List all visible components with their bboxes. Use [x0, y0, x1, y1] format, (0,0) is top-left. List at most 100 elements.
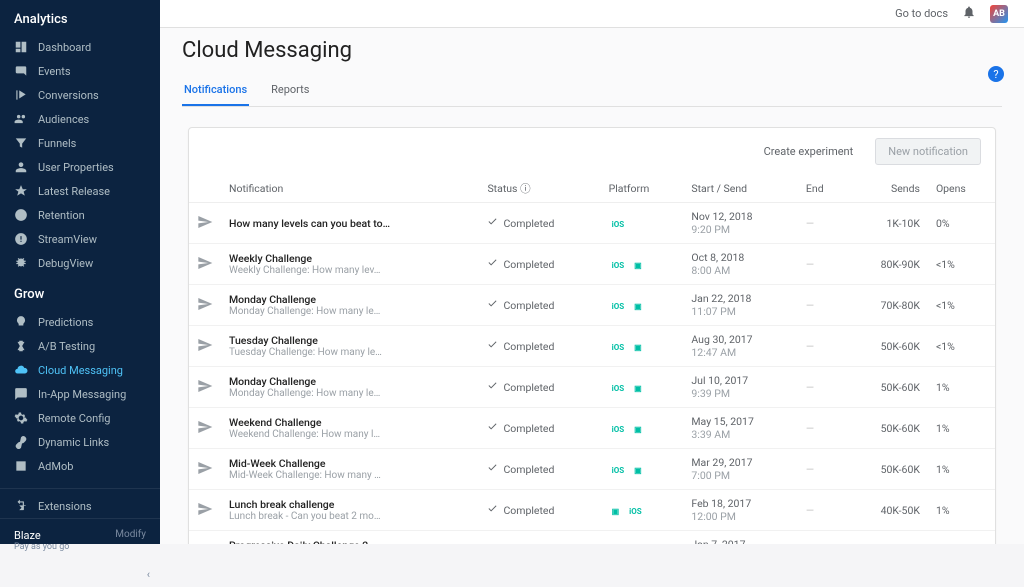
sidebar-item-label: Dynamic Links	[38, 436, 109, 449]
plan-modify-link[interactable]: Modify	[115, 529, 146, 540]
sidebar-item-user-properties[interactable]: User Properties	[0, 155, 160, 179]
sidebar-item-events[interactable]: Events	[0, 59, 160, 83]
notification-title: Weekend Challenge	[229, 416, 471, 429]
send-icon	[189, 531, 221, 545]
status-label: Completed	[503, 422, 554, 435]
sends-cell: 50K-60K	[847, 367, 928, 408]
send-icon	[189, 449, 221, 490]
ios-pill: iOS	[609, 342, 628, 353]
table-row[interactable]: Progressive Daily Challenge 2Challenge o…	[189, 531, 995, 545]
ios-pill: iOS	[609, 424, 628, 435]
opens-cell: <1%	[928, 326, 995, 367]
check-icon	[487, 462, 498, 476]
check-icon	[487, 339, 498, 353]
sidebar-item-latest-release[interactable]: Latest Release	[0, 179, 160, 203]
table-row[interactable]: Lunch break challengeLunch break - Can y…	[189, 490, 995, 531]
new-notification-button[interactable]: New notification	[875, 138, 981, 165]
sidebar-collapse[interactable]: ‹	[0, 562, 160, 587]
sidebar-item-funnels[interactable]: Funnels	[0, 131, 160, 155]
events-icon	[14, 64, 28, 78]
end-cell: —	[798, 449, 847, 490]
check-icon	[487, 257, 498, 271]
sends-cell: 1K-10K	[847, 203, 928, 244]
android-pill: ▣	[631, 301, 645, 312]
check-icon	[487, 216, 498, 230]
end-cell: —	[798, 285, 847, 326]
notification-subtitle: Weekend Challenge: How many l…	[229, 429, 399, 440]
status-label: Completed	[503, 463, 554, 476]
sidebar-item-label: AdMob	[38, 460, 73, 473]
table-row[interactable]: How many levels can you beat to…Complete…	[189, 203, 995, 244]
check-icon	[487, 298, 498, 312]
help-icon[interactable]: ?	[988, 66, 1004, 82]
notification-title: Monday Challenge	[229, 375, 471, 388]
status-label: Completed	[503, 299, 554, 312]
sidebar-item-dynamic-links[interactable]: Dynamic Links	[0, 430, 160, 454]
start-cell: Aug 30, 201712:47 AM	[683, 326, 798, 367]
sidebar-item-extensions[interactable]: Extensions	[0, 488, 160, 518]
predictions-icon	[14, 315, 28, 329]
avatar[interactable]: AB	[990, 5, 1008, 23]
end-cell: —	[798, 326, 847, 367]
platform-cell: iOS	[609, 219, 628, 230]
sidebar-item-remote-config[interactable]: Remote Config	[0, 406, 160, 430]
col-start: Start / Send	[683, 175, 798, 203]
cloud-messaging-icon	[14, 363, 28, 377]
sidebar-item-admob[interactable]: AdMob	[0, 454, 160, 478]
opens-cell: 1%	[928, 408, 995, 449]
col-sends: Sends	[847, 175, 928, 203]
create-experiment-button[interactable]: Create experiment	[752, 138, 866, 165]
tab-reports[interactable]: Reports	[269, 75, 311, 106]
ios-pill: iOS	[609, 260, 628, 271]
platform-cell: ▣ iOS	[609, 506, 645, 517]
platform-cell: iOS ▣	[609, 301, 645, 312]
sidebar-item-label: Audiences	[38, 113, 89, 126]
notification-subtitle: Lunch break - Can you beat 2 mo…	[229, 511, 399, 522]
sidebar-item-conversions[interactable]: Conversions	[0, 83, 160, 107]
start-cell: May 15, 20173:39 AM	[683, 408, 798, 449]
sidebar-item-dashboard[interactable]: Dashboard	[0, 35, 160, 59]
main: Go to docs AB Cloud Messaging ? Notifica…	[160, 0, 1024, 544]
sidebar-item-in-app-messaging[interactable]: In-App Messaging	[0, 382, 160, 406]
notification-subtitle: Tuesday Challenge: How many le…	[229, 347, 399, 358]
sidebar-item-streamview[interactable]: StreamView	[0, 227, 160, 251]
tab-notifications[interactable]: Notifications	[182, 75, 249, 106]
admob-icon	[14, 459, 28, 473]
opens-cell: 1%	[928, 531, 995, 545]
go-to-docs-link[interactable]: Go to docs	[895, 7, 948, 20]
notification-title: Weekly Challenge	[229, 252, 471, 265]
sidebar-item-cloud-messaging[interactable]: Cloud Messaging	[0, 358, 160, 382]
sidebar-item-retention[interactable]: Retention	[0, 203, 160, 227]
sidebar-item-audiences[interactable]: Audiences	[0, 107, 160, 131]
remote-config-icon	[14, 411, 28, 425]
send-icon	[189, 367, 221, 408]
table-row[interactable]: Weekend ChallengeWeekend Challenge: How …	[189, 408, 995, 449]
platform-cell: iOS ▣	[609, 260, 645, 271]
table-row[interactable]: Monday ChallengeMonday Challenge: How ma…	[189, 285, 995, 326]
topbar: Go to docs AB	[160, 0, 1024, 28]
sidebar-item-debugview[interactable]: DebugView	[0, 251, 160, 275]
android-pill: ▣	[631, 383, 645, 394]
send-icon	[189, 490, 221, 531]
sidebar-item-a-b-testing[interactable]: A/B Testing	[0, 334, 160, 358]
send-icon	[189, 326, 221, 367]
streamview-icon	[14, 232, 28, 246]
sidebar-item-predictions[interactable]: Predictions	[0, 310, 160, 334]
notification-title: Lunch break challenge	[229, 498, 471, 511]
table-row[interactable]: Tuesday ChallengeTuesday Challenge: How …	[189, 326, 995, 367]
android-pill: ▣	[609, 506, 623, 517]
status-label: Completed	[503, 381, 554, 394]
sidebar-item-label: User Properties	[38, 161, 114, 174]
start-cell: Jul 10, 20179:39 PM	[683, 367, 798, 408]
sends-cell: 50K-60K	[847, 408, 928, 449]
notification-title: Progressive Daily Challenge 2	[229, 539, 471, 544]
plan-name: Blaze	[14, 529, 69, 542]
notification-subtitle: Monday Challenge: How many le…	[229, 306, 399, 317]
sidebar-item-label: Predictions	[38, 316, 93, 329]
table-row[interactable]: Mid-Week ChallengeMid-Week Challenge: Ho…	[189, 449, 995, 490]
start-cell: Nov 12, 20189:20 PM	[683, 203, 798, 244]
bell-icon[interactable]	[962, 5, 976, 22]
table-row[interactable]: Monday ChallengeMonday Challenge: How ma…	[189, 367, 995, 408]
table-row[interactable]: Weekly ChallengeWeekly Challenge: How ma…	[189, 244, 995, 285]
opens-cell: 0%	[928, 203, 995, 244]
